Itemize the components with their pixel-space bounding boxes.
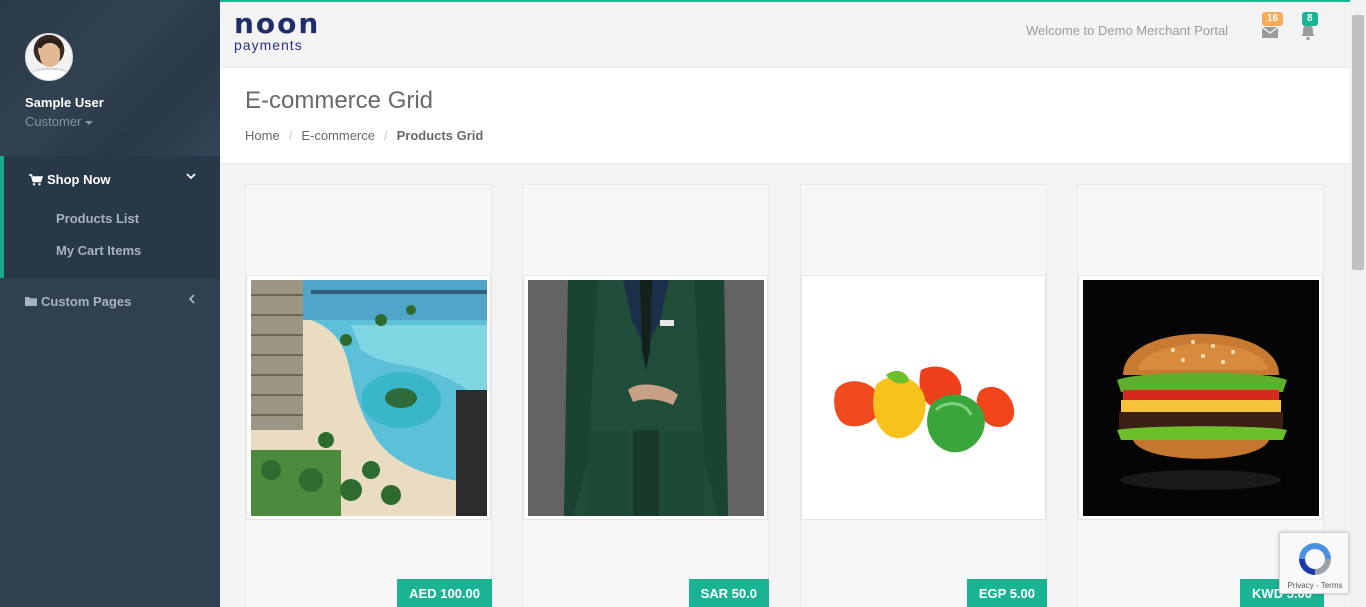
nav-item-label: Custom Pages (41, 293, 132, 309)
top-navbar: noon payments Welcome to Demo Merchant P… (220, 0, 1350, 68)
folder-icon (25, 297, 37, 306)
product-image-frame[interactable] (246, 275, 491, 520)
scrollbar-thumb[interactable] (1352, 15, 1364, 270)
nav-group-shop-now: Shop Now Products List My Cart Items (0, 156, 220, 278)
messages-count-badge: 16 (1262, 12, 1284, 26)
user-name: Sample User (25, 95, 104, 110)
beach-resort-photo (251, 280, 487, 516)
user-role-dropdown[interactable]: Customer (25, 114, 220, 129)
product-image-frame[interactable] (1078, 275, 1323, 520)
messages-button[interactable]: 16 (1260, 12, 1284, 42)
product-price-badge: EGP 5.00 (966, 579, 1047, 607)
avatar[interactable] (25, 33, 73, 81)
sidebar: Sample User Customer Shop Now Products L… (0, 0, 220, 607)
sidebar-item-my-cart-items[interactable]: My Cart Items (4, 235, 220, 267)
product-image-frame[interactable] (523, 275, 768, 520)
breadcrumb-products-grid: Products Grid (396, 128, 484, 143)
burger-photo (1083, 280, 1319, 516)
sidebar-item-products-list[interactable]: Products List (4, 203, 220, 235)
product-price-badge: SAR 50.0 (688, 579, 769, 607)
page-scrollbar[interactable] (1350, 0, 1366, 607)
notifications-button[interactable]: 8 (1300, 12, 1320, 42)
page-heading: E-commerce Grid Home / E-commerce / Products… (220, 68, 1350, 164)
breadcrumb-home[interactable]: Home (245, 128, 280, 143)
nav-item-label: Shop Now (47, 172, 111, 187)
welcome-message: Welcome to Demo Merchant Portal (1026, 23, 1229, 38)
chevron-left-icon (188, 294, 195, 304)
product-card[interactable]: SAR 50.0 (522, 184, 769, 607)
page-title: E-commerce Grid (245, 87, 434, 114)
recaptcha-badge[interactable]: Privacy - Terms (1279, 532, 1349, 594)
notifications-count-badge: 8 (1302, 12, 1318, 26)
product-card[interactable]: AED 100.00 (245, 184, 492, 607)
recaptcha-links[interactable]: Privacy - Terms (1280, 581, 1350, 590)
user-role-label: Customer (25, 114, 82, 129)
bell-icon (1301, 25, 1315, 40)
product-grid: AED 100.00 SAR 50.0 EGP 5.00 KWD (245, 184, 1325, 607)
profile-block: Sample User Customer (0, 0, 220, 156)
gummy-candies-photo (806, 280, 1042, 516)
chevron-down-icon (186, 173, 196, 180)
breadcrumb: Home / E-commerce / Products Grid (245, 128, 484, 143)
green-suit-photo (528, 280, 764, 516)
product-card[interactable]: EGP 5.00 (800, 184, 1047, 607)
nav-item-custom-pages[interactable]: Custom Pages (0, 278, 220, 324)
noon-payments-logo[interactable]: noon payments (234, 10, 320, 54)
shopping-cart-icon (29, 173, 43, 185)
nav-item-shop-now[interactable]: Shop Now (4, 156, 220, 203)
caret-down-icon (85, 120, 94, 125)
envelope-icon (1262, 26, 1278, 38)
product-price-badge: AED 100.00 (397, 579, 492, 607)
product-image-frame[interactable] (801, 275, 1046, 520)
recaptcha-icon (1299, 543, 1331, 575)
breadcrumb-ecommerce[interactable]: E-commerce (301, 128, 375, 143)
